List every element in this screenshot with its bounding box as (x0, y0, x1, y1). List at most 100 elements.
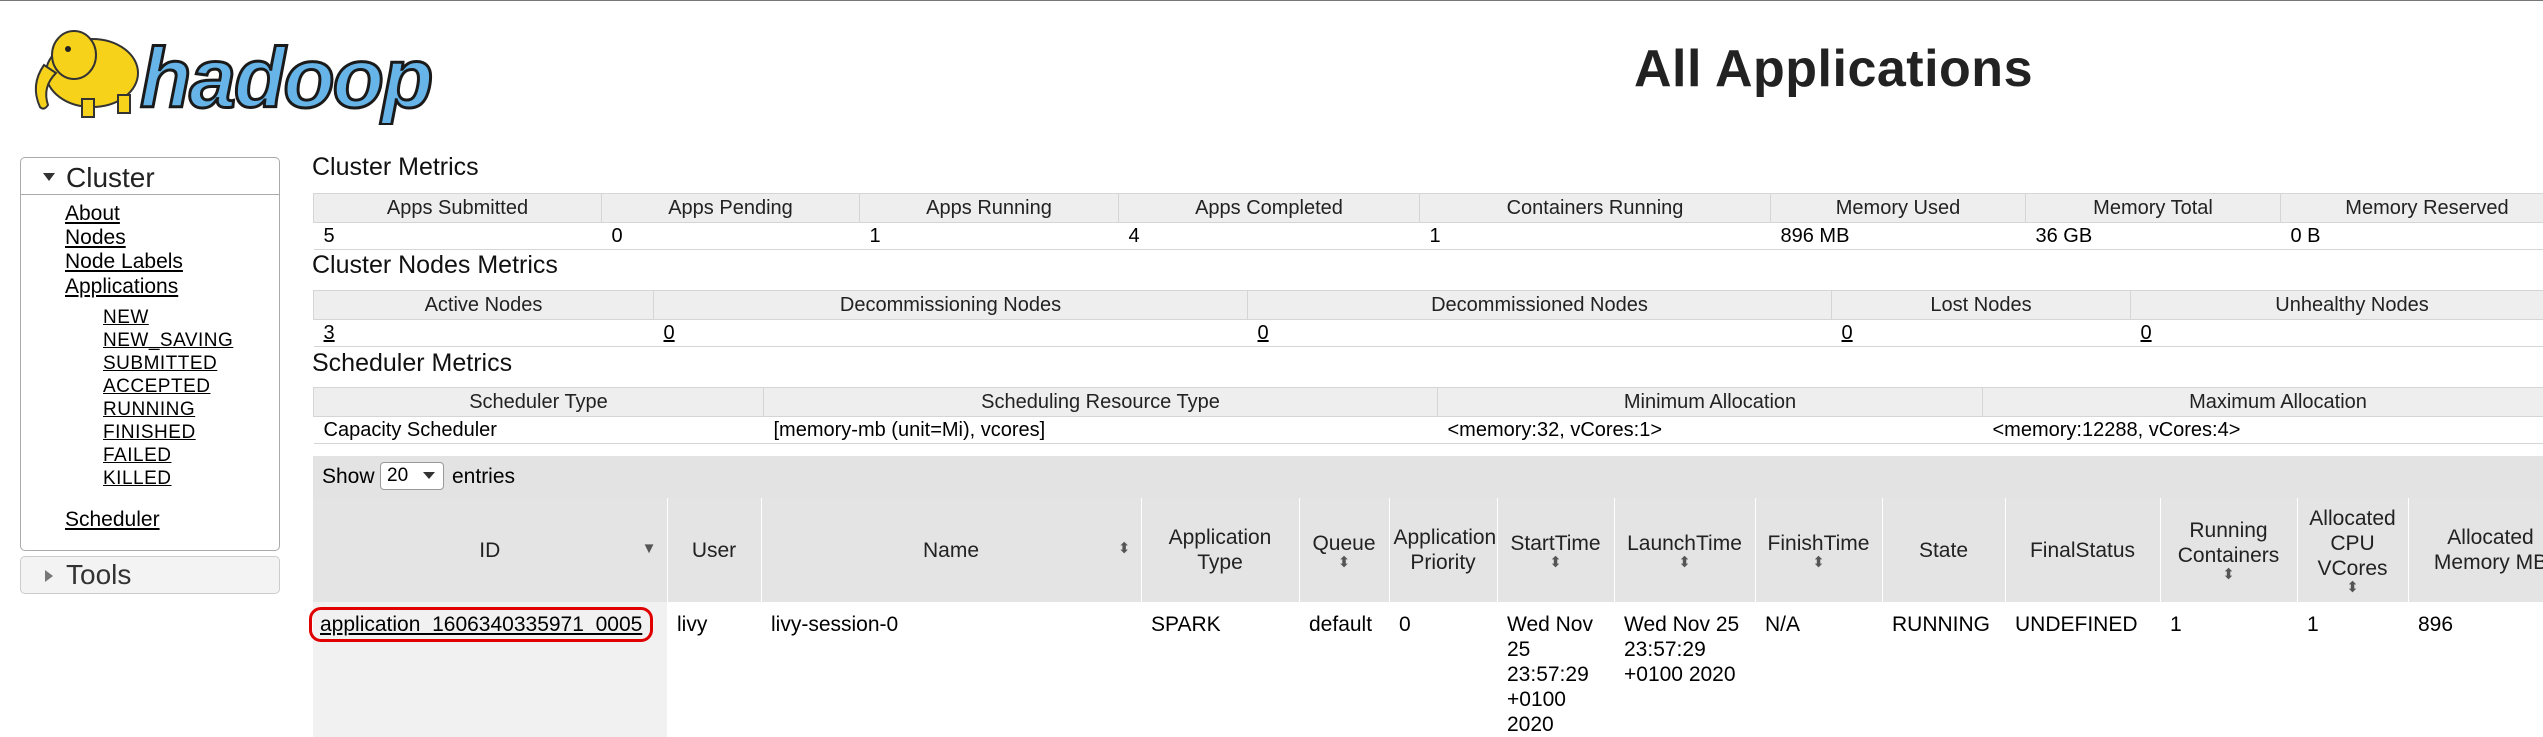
show-label: Show (322, 465, 375, 489)
page-title: All Applications (1634, 39, 2033, 99)
triangle-right-icon (45, 570, 53, 582)
unhealthy-nodes-link[interactable]: 0 (2141, 322, 2152, 344)
scheduler-metrics-title: Scheduler Metrics (312, 349, 512, 378)
cell-allocated-vcores: 1 (2297, 602, 2408, 737)
metric-value: 4 (1119, 223, 1420, 250)
table-length-bar: Show 20 entries (313, 456, 2543, 499)
column-header-state[interactable]: State (1882, 498, 2005, 602)
column-header-application-type[interactable]: Application Type (1141, 498, 1299, 602)
sort-icon: ⬍ (1304, 556, 1385, 570)
node-metrics-table: Active Nodes Decommissioning Nodes Decom… (313, 290, 2543, 347)
nav-link-applications[interactable]: Applications (65, 275, 178, 299)
highlight-box: application_1606340335971_0005 (309, 607, 653, 642)
nav-state-finished[interactable]: FINISHED (103, 422, 196, 444)
cluster-metrics-table: Apps Submitted Apps Pending Apps Running… (313, 193, 2543, 250)
cell-start-time: Wed Nov 25 23:57:29 +0100 2020 (1497, 602, 1614, 737)
sort-icon: ⬍ (2165, 568, 2293, 582)
metric-value: [memory-mb (unit=Mi), vcores] (764, 417, 1438, 444)
table-row: application_1606340335971_0005 livy livy… (313, 602, 2543, 737)
metric-value: 896 MB (1771, 223, 2026, 250)
metric-value: <memory:12288, vCores:4> (1983, 417, 2543, 444)
nav-link-nodes[interactable]: Nodes (65, 226, 126, 250)
metric-header: Scheduler Type (314, 388, 764, 417)
scheduler-metrics-table: Scheduler Type Scheduling Resource Type … (313, 387, 2543, 444)
metric-header: Apps Running (860, 194, 1119, 223)
column-header-name[interactable]: Name⬍ (761, 498, 1141, 602)
chevron-down-icon (423, 472, 435, 479)
sort-icon: ⬍ (1502, 556, 1610, 570)
sort-icon: ⬍ (1619, 556, 1751, 570)
cluster-nav-header[interactable]: Cluster (21, 158, 279, 195)
cell-allocated-memory: 896 (2408, 602, 2543, 737)
nav-state-accepted[interactable]: ACCEPTED (103, 376, 210, 398)
application-id-link[interactable]: application_1606340335971_0005 (320, 613, 642, 636)
metric-header: Lost Nodes (1832, 291, 2131, 320)
metric-header: Containers Running (1420, 194, 1771, 223)
cluster-nav-title: Cluster (66, 162, 155, 194)
column-header-id[interactable]: ID▼ (313, 498, 667, 602)
decommissioned-nodes-link[interactable]: 0 (1258, 322, 1269, 344)
metric-header: Decommissioned Nodes (1248, 291, 1832, 320)
nav-state-failed[interactable]: FAILED (103, 445, 171, 467)
cell-name: livy-session-0 (761, 602, 1141, 737)
nav-state-submitted[interactable]: SUBMITTED (103, 353, 217, 375)
column-header-launch-time[interactable]: LaunchTime⬍ (1614, 498, 1755, 602)
tools-nav-title: Tools (66, 559, 131, 591)
metric-value: 36 GB (2026, 223, 2281, 250)
column-header-allocated-vcores[interactable]: Allocated CPU VCores⬍ (2297, 498, 2408, 602)
column-header-running-containers[interactable]: Running Containers⬍ (2160, 498, 2297, 602)
nav-state-new[interactable]: NEW (103, 307, 149, 329)
node-metrics-title: Cluster Nodes Metrics (312, 251, 558, 280)
sort-icon: ⬍ (2302, 581, 2404, 595)
metric-value: <memory:32, vCores:1> (1438, 417, 1983, 444)
entries-label: entries (452, 465, 515, 489)
metric-header: Minimum Allocation (1438, 388, 1983, 417)
nav-link-scheduler[interactable]: Scheduler (65, 508, 160, 532)
page-size-value: 20 (387, 465, 408, 487)
metric-header: Scheduling Resource Type (764, 388, 1438, 417)
column-header-finish-time[interactable]: FinishTime⬍ (1755, 498, 1882, 602)
elephant-icon (36, 31, 138, 117)
cluster-metrics-title: Cluster Metrics (312, 153, 479, 182)
hadoop-logo: hadoop (22, 15, 472, 125)
nav-state-new-saving[interactable]: NEW_SAVING (103, 330, 233, 352)
metric-header: Memory Used (1771, 194, 2026, 223)
cell-launch-time: Wed Nov 25 23:57:29 +0100 2020 (1614, 602, 1755, 737)
metric-value: Capacity Scheduler (314, 417, 764, 444)
sort-icon: ⬍ (1760, 556, 1878, 570)
nav-state-running[interactable]: RUNNING (103, 399, 195, 421)
cell-state: RUNNING (1882, 602, 2005, 737)
tools-nav-panel[interactable]: Tools (20, 556, 280, 594)
metric-value: 0 (602, 223, 860, 250)
cell-user: livy (667, 602, 761, 737)
active-nodes-link[interactable]: 3 (324, 322, 335, 344)
column-header-final-status[interactable]: FinalStatus (2005, 498, 2160, 602)
applications-table: ID▼ User Name⬍ Application Type Queue⬍ A… (313, 498, 2543, 737)
lost-nodes-link[interactable]: 0 (1842, 322, 1853, 344)
logo-text: hadoop (140, 31, 431, 125)
triangle-down-icon (43, 173, 55, 181)
metric-value: 1 (1420, 223, 1771, 250)
column-header-allocated-memory[interactable]: Allocated Memory MB (2408, 498, 2543, 602)
sort-icon: ⬍ (1118, 542, 1131, 556)
decommissioning-nodes-link[interactable]: 0 (664, 322, 675, 344)
column-header-application-priority[interactable]: Application Priority (1389, 498, 1497, 602)
column-header-queue[interactable]: Queue⬍ (1299, 498, 1389, 602)
metric-header: Apps Pending (602, 194, 860, 223)
nav-link-about[interactable]: About (65, 202, 120, 226)
nav-link-node-labels[interactable]: Node Labels (65, 250, 183, 274)
cell-queue: default (1299, 602, 1389, 737)
metric-value: 1 (860, 223, 1119, 250)
page-size-select[interactable]: 20 (380, 462, 444, 490)
metric-header: Unhealthy Nodes (2131, 291, 2543, 320)
cluster-nav-panel: Cluster About Nodes Node Labels Applicat… (20, 157, 280, 551)
cell-priority: 0 (1389, 602, 1497, 737)
column-header-start-time[interactable]: StartTime⬍ (1497, 498, 1614, 602)
metric-header: Memory Total (2026, 194, 2281, 223)
cell-type: SPARK (1141, 602, 1299, 737)
metric-header: Decommissioning Nodes (654, 291, 1248, 320)
nav-state-killed[interactable]: KILLED (103, 468, 171, 490)
metric-header: Apps Completed (1119, 194, 1420, 223)
metric-header: Active Nodes (314, 291, 654, 320)
column-header-user[interactable]: User (667, 498, 761, 602)
